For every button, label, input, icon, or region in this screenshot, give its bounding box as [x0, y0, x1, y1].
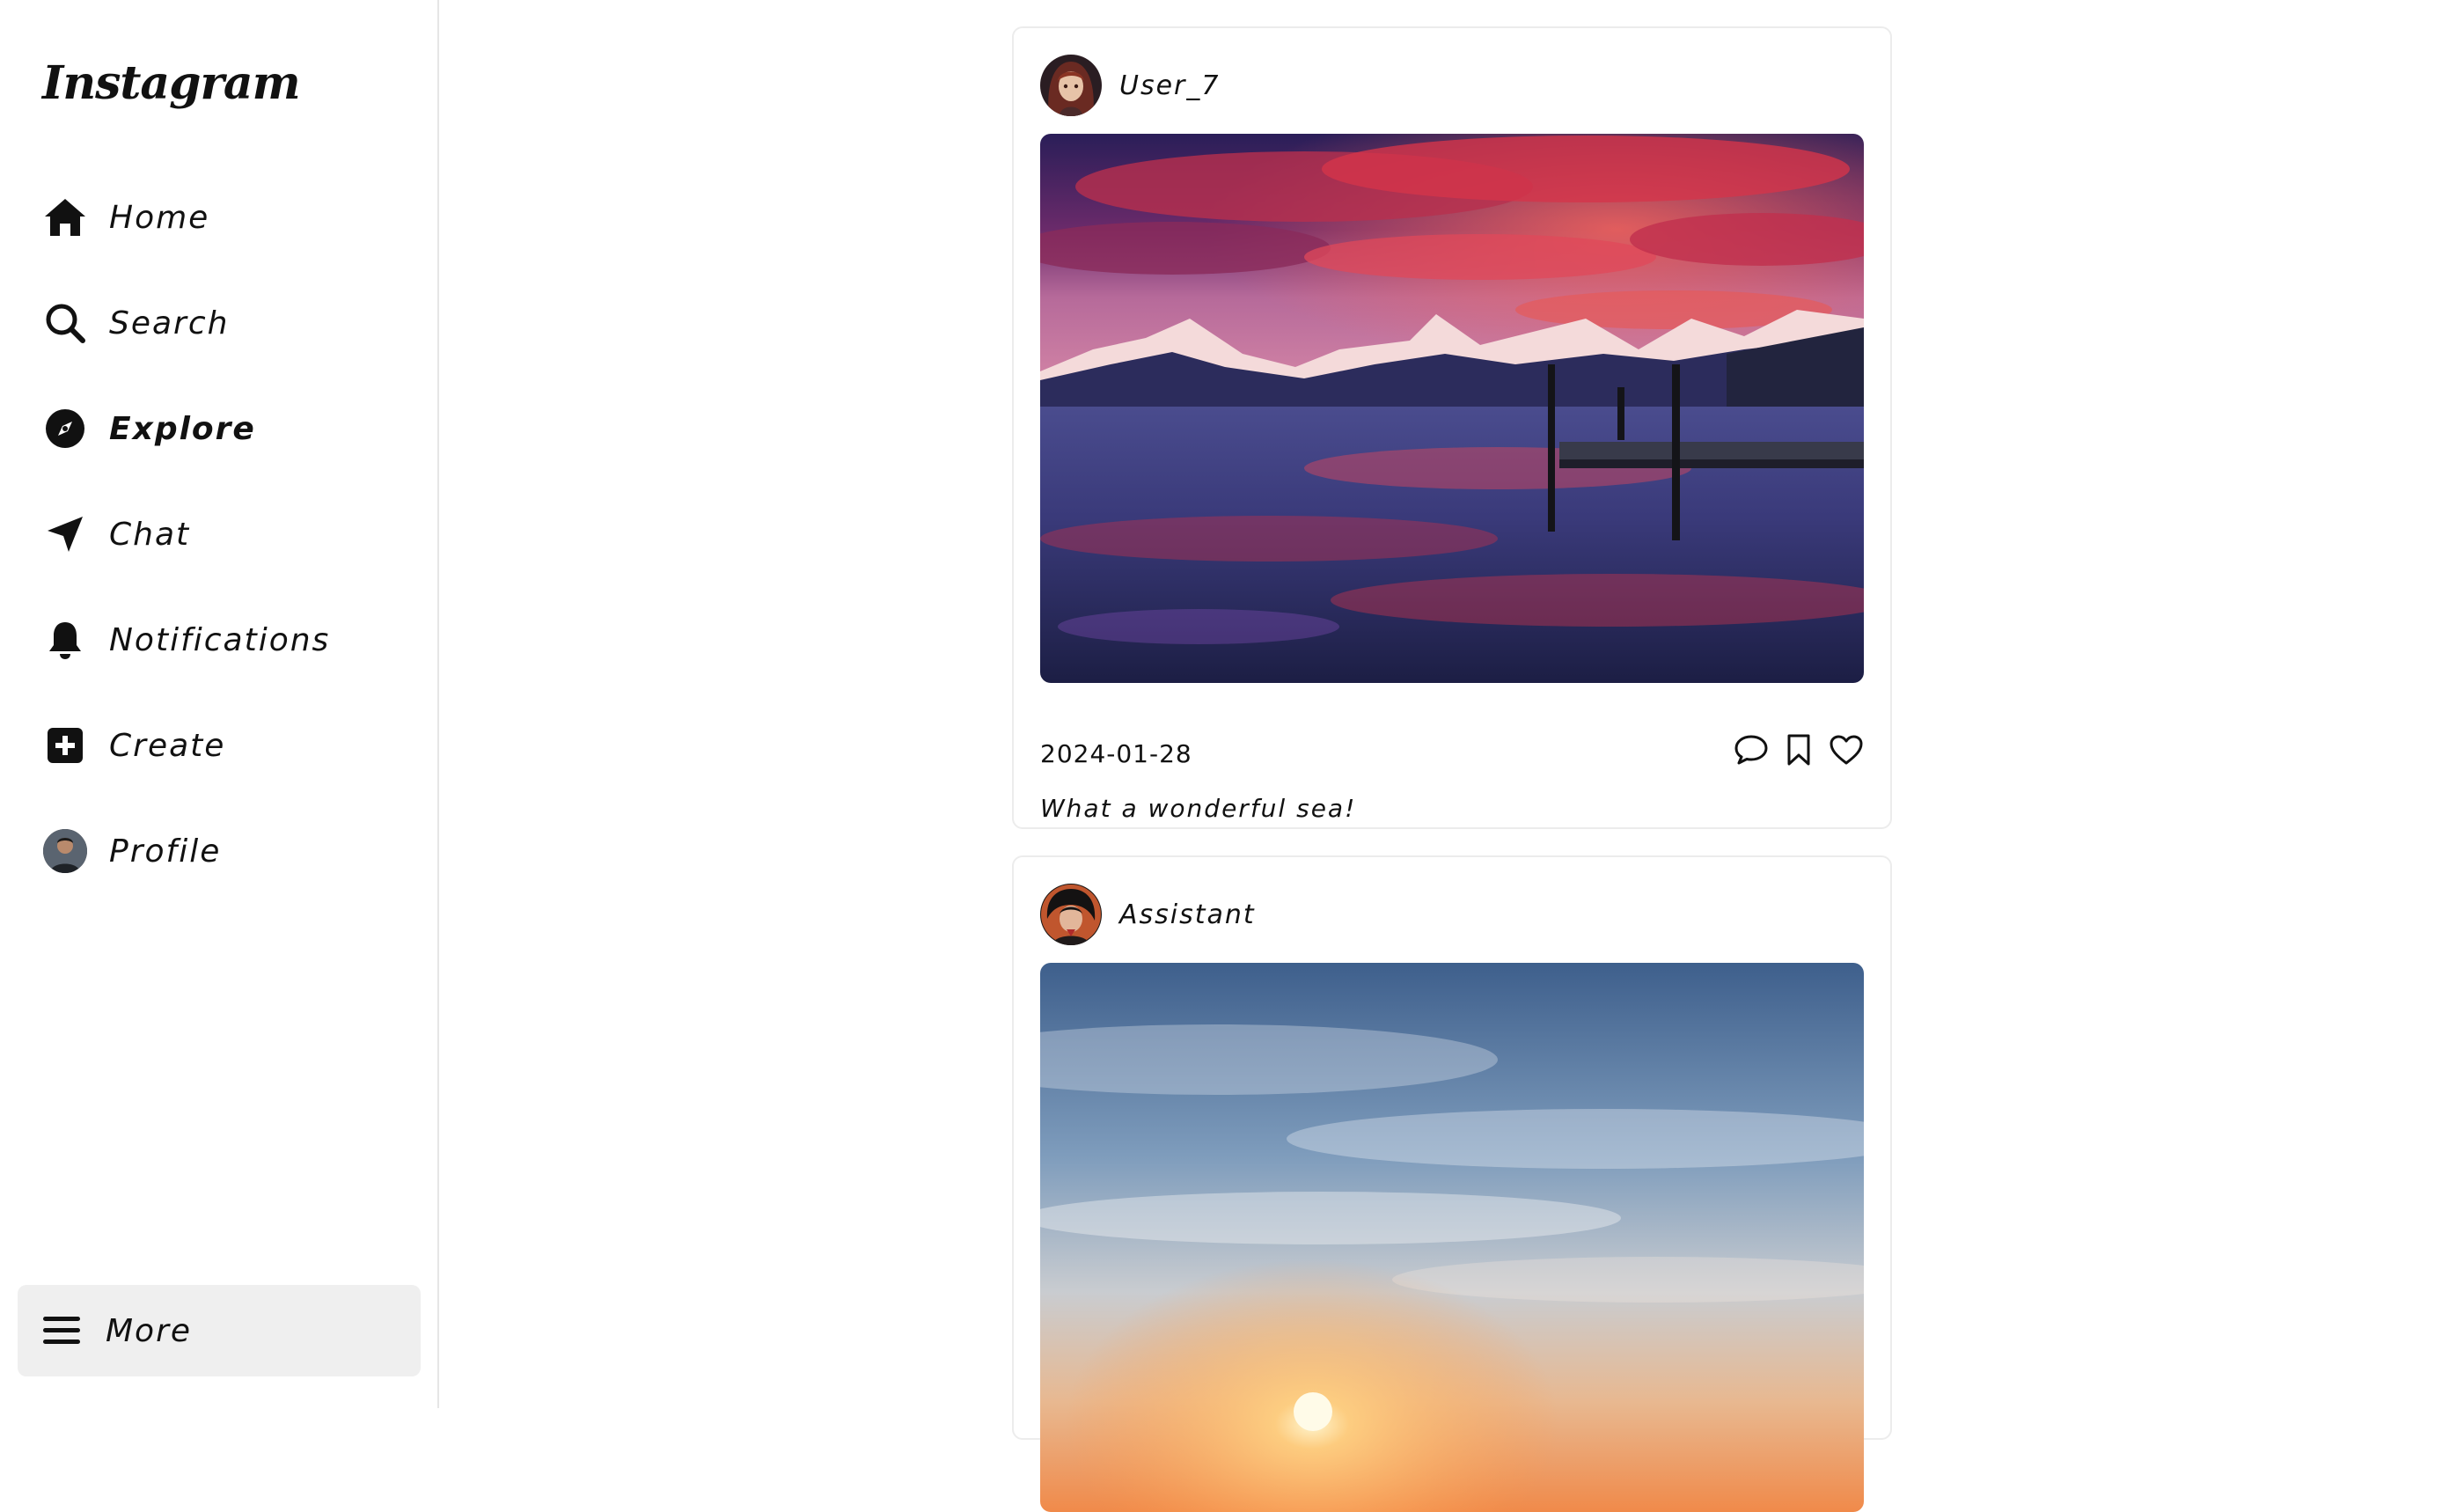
sidebar-item-label: Search [109, 305, 230, 341]
sidebar-item-create[interactable]: Create [42, 714, 225, 777]
bookmark-icon[interactable] [1781, 732, 1816, 767]
post-date: 2024-01-28 [1040, 739, 1192, 768]
sidebar-item-search[interactable]: Search [42, 291, 229, 355]
instagram-logo[interactable]: Instagram [42, 56, 301, 110]
heart-icon[interactable] [1829, 732, 1864, 767]
post-image[interactable] [1040, 963, 1864, 1512]
sidebar-item-label: Notifications [109, 621, 331, 658]
sidebar-item-label: Home [109, 199, 210, 236]
sidebar-item-notifications[interactable]: Notifications [42, 608, 330, 672]
avatar[interactable] [1040, 884, 1102, 945]
post-header: Assistant [1040, 884, 1256, 945]
sidebar-item-label: Explore [109, 410, 256, 447]
sidebar-item-label: Create [109, 727, 226, 764]
more-label: More [106, 1312, 193, 1349]
hamburger-menu-icon [39, 1308, 84, 1354]
post-username[interactable]: Assistant [1119, 899, 1256, 930]
post-caption: What a wonderful sea! [1040, 794, 1357, 823]
post-header: User_7 [1040, 55, 1220, 116]
post-card: User_7 2024-01-28 What a wonderful sea! [1012, 26, 1892, 829]
post-card: Assistant [1012, 855, 1892, 1512]
sidebar-item-profile[interactable]: Profile [42, 819, 221, 883]
avatar-wrapper [42, 828, 88, 874]
comment-icon[interactable] [1734, 732, 1769, 767]
more-button[interactable]: More [18, 1285, 421, 1376]
sidebar-item-label: Chat [109, 516, 191, 553]
sidebar: Instagram Home Search Explore Chat Notif… [0, 0, 439, 1408]
plus-square-icon [42, 723, 88, 768]
home-icon [42, 195, 88, 240]
avatar[interactable] [1040, 55, 1102, 116]
compass-icon [42, 406, 88, 451]
avatar [43, 829, 87, 873]
sidebar-item-explore[interactable]: Explore [42, 397, 256, 460]
sidebar-item-home[interactable]: Home [42, 186, 209, 249]
post-image[interactable] [1040, 134, 1864, 683]
bell-icon [42, 617, 88, 663]
send-icon [42, 511, 88, 557]
sidebar-item-chat[interactable]: Chat [42, 503, 190, 566]
post-username[interactable]: User_7 [1119, 70, 1220, 101]
post-actions [1734, 732, 1864, 767]
sidebar-item-label: Profile [109, 833, 222, 870]
search-icon [42, 300, 88, 346]
